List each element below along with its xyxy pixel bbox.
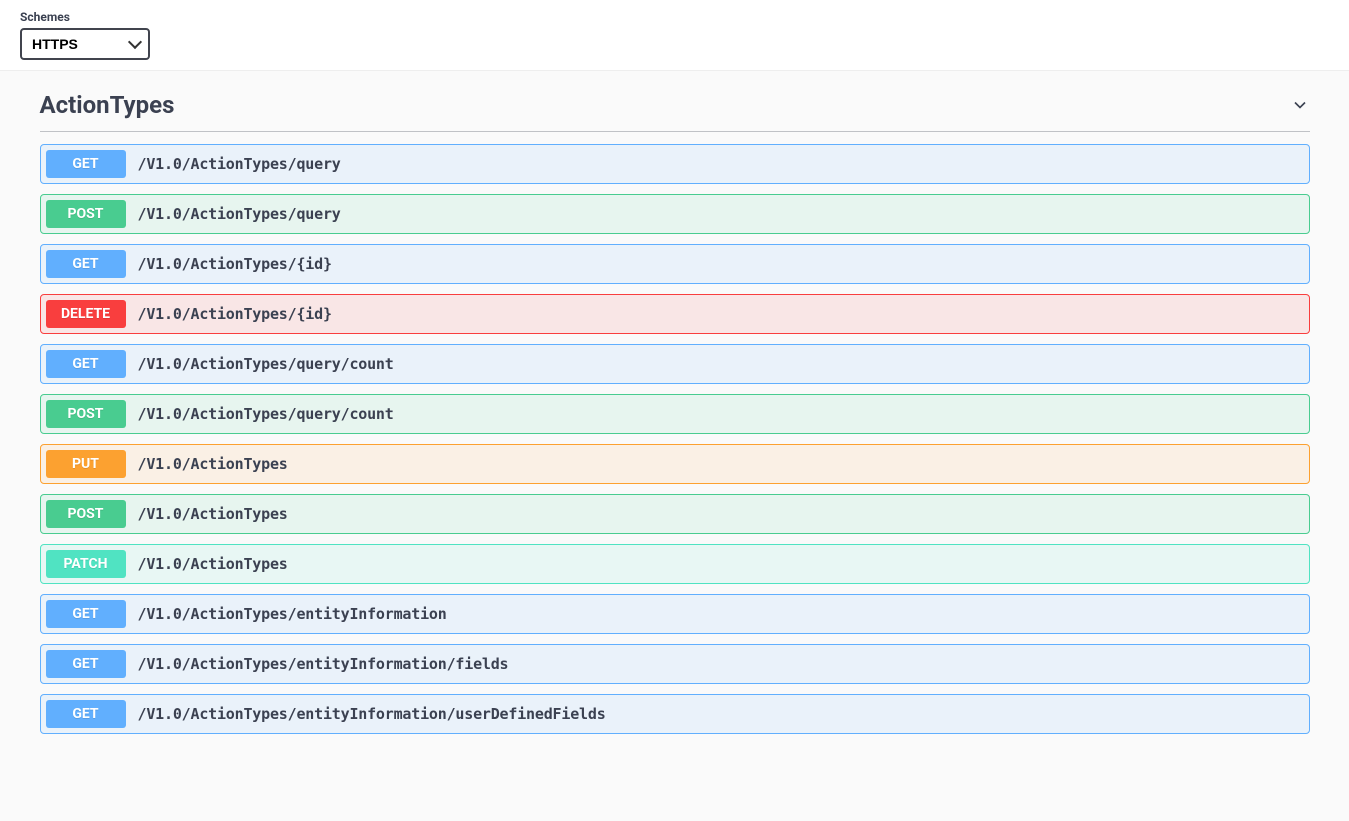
- operation-row[interactable]: POST/V1.0/ActionTypes/query/count: [40, 394, 1310, 434]
- method-badge-post: POST: [46, 200, 126, 228]
- method-badge-get: GET: [46, 600, 126, 628]
- method-badge-get: GET: [46, 250, 126, 278]
- schemes-bar: Schemes HTTPS: [0, 0, 1349, 71]
- operation-row[interactable]: GET/V1.0/ActionTypes/query: [40, 144, 1310, 184]
- schemes-select[interactable]: HTTPS: [20, 28, 150, 60]
- operation-path: /V1.0/ActionTypes/query/count: [126, 405, 406, 423]
- operation-path: /V1.0/ActionTypes/{id}: [126, 305, 344, 323]
- main-container: ActionTypes GET/V1.0/ActionTypes/queryPO…: [20, 71, 1330, 764]
- operation-row[interactable]: GET/V1.0/ActionTypes/entityInformation/f…: [40, 644, 1310, 684]
- operation-row[interactable]: GET/V1.0/ActionTypes/entityInformation: [40, 594, 1310, 634]
- operation-path: /V1.0/ActionTypes/query/count: [126, 355, 406, 373]
- operation-path: /V1.0/ActionTypes/entityInformation: [126, 605, 459, 623]
- schemes-label: Schemes: [20, 10, 1329, 24]
- operation-path: /V1.0/ActionTypes/entityInformation/fiel…: [126, 655, 521, 673]
- section-title: ActionTypes: [40, 91, 175, 119]
- operation-row[interactable]: PUT/V1.0/ActionTypes: [40, 444, 1310, 484]
- operation-path: /V1.0/ActionTypes/{id}: [126, 255, 344, 273]
- schemes-select-wrap: HTTPS: [20, 28, 150, 60]
- method-badge-delete: DELETE: [46, 300, 126, 328]
- operation-path: /V1.0/ActionTypes/query: [126, 155, 353, 173]
- method-badge-patch: PATCH: [46, 550, 126, 578]
- operation-row[interactable]: POST/V1.0/ActionTypes: [40, 494, 1310, 534]
- operation-row[interactable]: DELETE/V1.0/ActionTypes/{id}: [40, 294, 1310, 334]
- method-badge-put: PUT: [46, 450, 126, 478]
- operation-path: /V1.0/ActionTypes/query: [126, 205, 353, 223]
- method-badge-get: GET: [46, 700, 126, 728]
- operation-row[interactable]: GET/V1.0/ActionTypes/query/count: [40, 344, 1310, 384]
- operation-row[interactable]: PATCH/V1.0/ActionTypes: [40, 544, 1310, 584]
- operations-list: GET/V1.0/ActionTypes/queryPOST/V1.0/Acti…: [40, 144, 1310, 734]
- section-header[interactable]: ActionTypes: [40, 71, 1310, 132]
- operation-path: /V1.0/ActionTypes: [126, 555, 300, 573]
- operation-path: /V1.0/ActionTypes: [126, 455, 300, 473]
- operation-row[interactable]: GET/V1.0/ActionTypes/{id}: [40, 244, 1310, 284]
- method-badge-get: GET: [46, 150, 126, 178]
- chevron-down-icon: [1290, 95, 1310, 115]
- method-badge-get: GET: [46, 650, 126, 678]
- operation-path: /V1.0/ActionTypes: [126, 505, 300, 523]
- operation-path: /V1.0/ActionTypes/entityInformation/user…: [126, 705, 618, 723]
- operation-row[interactable]: GET/V1.0/ActionTypes/entityInformation/u…: [40, 694, 1310, 734]
- method-badge-get: GET: [46, 350, 126, 378]
- method-badge-post: POST: [46, 400, 126, 428]
- operation-row[interactable]: POST/V1.0/ActionTypes/query: [40, 194, 1310, 234]
- method-badge-post: POST: [46, 500, 126, 528]
